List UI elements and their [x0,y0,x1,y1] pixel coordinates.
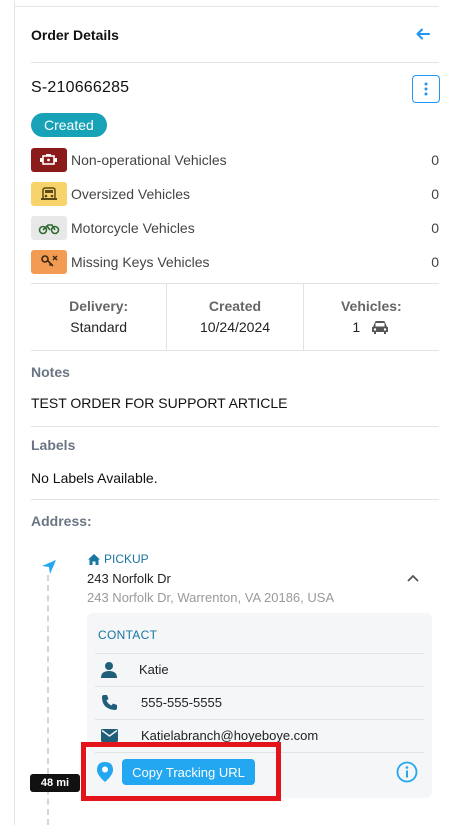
vehicle-type-row: Motorcycle Vehicles 0 [31,215,439,241]
vehicle-type-count: 0 [431,220,439,236]
vehicle-type-label: Oversized Vehicles [71,186,191,202]
order-stats: Delivery: Standard Created 10/24/2024 Ve… [31,284,439,350]
key-icon [31,250,67,274]
vehicle-type-label: Missing Keys Vehicles [71,254,210,270]
divider [31,499,439,500]
top-divider [14,6,439,7]
contact-name-row: Katie [95,653,424,685]
divider [31,350,439,351]
delivery-label: Delivery: [69,298,129,314]
distance-badge: 48 mi [30,774,80,792]
kebab-menu-icon [424,82,428,96]
back-button[interactable] [412,23,434,45]
pickup-address-name: 243 Norfolk Dr [87,571,171,586]
labels-text: No Labels Available. [31,470,158,486]
home-icon [88,553,100,565]
contact-name: Katie [139,662,169,677]
labels-label: Labels [31,437,76,453]
chevron-up-icon [407,574,419,582]
notes-label: Notes [31,364,70,380]
navigation-arrow-icon [41,559,57,580]
phone-icon [97,694,121,711]
vehicle-type-row: Non-operational Vehicles 0 [31,147,439,173]
divider [31,62,439,63]
notes-text: TEST ORDER FOR SUPPORT ARTICLE [31,395,288,411]
collapse-button[interactable] [403,570,423,586]
status-badge: Created [31,113,107,137]
pickup-label: PICKUP [104,552,149,566]
highlight-box [81,742,281,801]
vehicles-stat: Vehicles: 1 [304,284,439,350]
more-options-button[interactable] [412,75,440,103]
created-value: 10/24/2024 [199,319,271,335]
pickup-header: PICKUP [88,552,149,566]
order-details-panel: Order Details S-210666285 Created Non-op… [0,0,453,825]
divider [31,426,439,427]
vehicle-type-row: Missing Keys Vehicles 0 [31,249,439,275]
vehicles-label: Vehicles: [340,298,402,314]
delivery-value: Standard [70,319,128,335]
contact-phone-row: 555-555-5555 [95,686,424,718]
truck-icon [31,182,67,206]
vehicle-type-count: 0 [431,254,439,270]
vehicles-value: 1 [352,319,361,335]
vehicle-type-label: Motorcycle Vehicles [71,220,195,236]
vehicle-type-count: 0 [431,152,439,168]
engine-icon [31,148,67,172]
contact-email: Katielabranch@hoyeboye.com [141,728,319,743]
order-id: S-210666285 [31,79,130,96]
car-icon [372,321,389,334]
created-label: Created [208,298,262,314]
info-icon[interactable] [396,761,418,783]
vehicle-type-label: Non-operational Vehicles [71,152,227,168]
created-stat: Created 10/24/2024 [167,284,304,350]
contact-title: CONTACT [98,628,158,642]
delivery-stat: Delivery: Standard [31,284,168,350]
email-icon [97,729,121,742]
person-icon [97,661,121,678]
motorcycle-icon [31,216,67,240]
arrow-left-icon [416,28,430,40]
vehicle-type-count: 0 [431,186,439,202]
address-label: Address: [31,513,92,529]
panel-border [14,0,15,825]
page-title: Order Details [31,27,119,43]
vehicle-type-row: Oversized Vehicles 0 [31,181,439,207]
pickup-address-full: 243 Norfolk Dr, Warrenton, VA 20186, USA [87,590,335,605]
contact-phone: 555-555-5555 [141,695,222,710]
